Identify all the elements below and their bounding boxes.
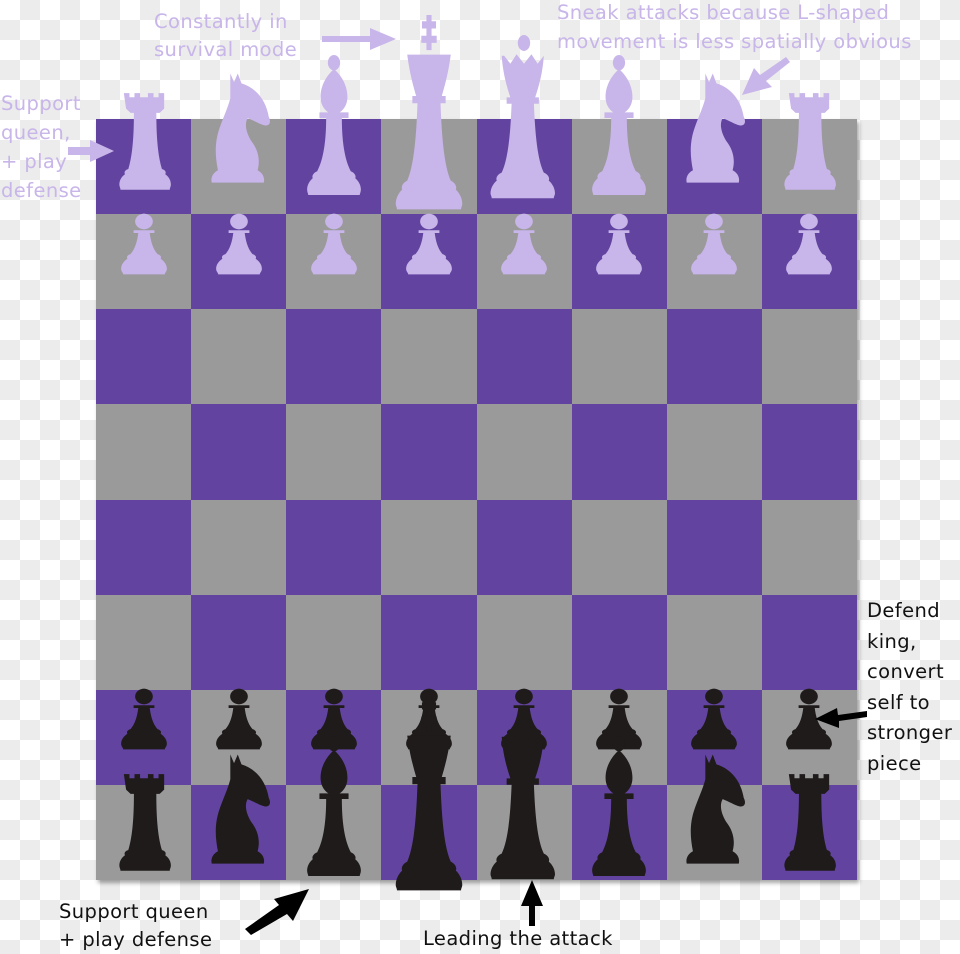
annotation-pawn: Defend king, convert self to stronger pi… (867, 599, 953, 775)
board-square[interactable] (191, 594, 287, 690)
light-knight[interactable] (683, 71, 746, 195)
dark-bishop[interactable] (591, 736, 647, 876)
bishop-icon (592, 55, 647, 195)
pawn-icon (120, 213, 167, 275)
board-square[interactable] (96, 404, 192, 500)
light-knight[interactable] (208, 71, 270, 195)
light-pawn[interactable] (118, 210, 170, 302)
board-square[interactable] (666, 499, 762, 595)
light-pawn[interactable] (688, 210, 740, 302)
board-square[interactable] (286, 404, 382, 500)
dark-pawn[interactable] (783, 685, 835, 777)
light-bishop[interactable] (591, 55, 647, 195)
light-pawn[interactable] (783, 210, 835, 302)
board-square[interactable] (476, 499, 572, 595)
dark-bishop[interactable] (306, 736, 362, 876)
arrow-knight-icon (740, 55, 790, 97)
bishop-icon (306, 736, 361, 876)
queen-icon (490, 716, 556, 880)
board-square[interactable] (381, 309, 477, 405)
board-square[interactable] (191, 404, 287, 500)
arrow-queen-icon (521, 880, 543, 926)
board-square[interactable] (476, 404, 572, 500)
arrow-pawn-icon (815, 706, 867, 728)
board-square[interactable] (191, 309, 287, 405)
pawn-icon (215, 688, 262, 750)
board-square[interactable] (571, 594, 667, 690)
board-square[interactable] (666, 594, 762, 690)
pawn-icon (310, 213, 357, 275)
board-square[interactable] (381, 499, 477, 595)
board-square[interactable] (476, 594, 572, 690)
board-square[interactable] (666, 309, 762, 405)
queen-icon (490, 35, 556, 199)
knight-icon (211, 73, 270, 183)
dark-knight[interactable] (683, 752, 746, 876)
knight-icon (686, 73, 746, 183)
annotation-king: Constantly in survival mode (154, 10, 298, 61)
board-square[interactable] (571, 309, 667, 405)
rook-icon (784, 93, 837, 190)
light-rook[interactable] (116, 91, 172, 195)
board-square[interactable] (476, 309, 572, 405)
light-pawn[interactable] (403, 210, 455, 302)
light-pawn[interactable] (498, 210, 550, 302)
light-pawn[interactable] (593, 210, 645, 302)
arrow-rook-light-icon (68, 140, 114, 162)
board-square[interactable] (96, 309, 192, 405)
light-pawn[interactable] (308, 210, 360, 302)
knight-icon (211, 754, 270, 864)
board-square[interactable] (96, 499, 192, 595)
rook-icon (118, 774, 171, 871)
dark-rook[interactable] (781, 772, 837, 876)
board-square[interactable] (286, 594, 382, 690)
light-king[interactable] (395, 15, 463, 210)
pawn-icon (596, 213, 643, 275)
annotation-rook-dark: Support queen + play defense (59, 900, 213, 951)
annotation-queen: Leading the attack (423, 927, 613, 950)
pawn-icon (215, 213, 262, 275)
pawn-icon (691, 213, 738, 275)
rook-icon (118, 93, 171, 190)
rook-icon (784, 774, 837, 871)
board-square[interactable] (96, 594, 192, 690)
bishop-icon (306, 55, 361, 195)
dark-rook[interactable] (116, 772, 172, 876)
board-square[interactable] (571, 499, 667, 595)
pawn-icon (501, 213, 547, 275)
pawn-icon (406, 213, 452, 275)
board-square[interactable] (286, 309, 382, 405)
board-square[interactable] (381, 594, 477, 690)
dark-king[interactable] (395, 696, 463, 891)
dark-knight[interactable] (208, 752, 270, 876)
board-square[interactable] (191, 499, 287, 595)
board-square[interactable] (571, 404, 667, 500)
annotation-knight: Sneak attacks because L-shaped movement … (557, 1, 912, 53)
light-bishop[interactable] (306, 55, 362, 195)
board-square[interactable] (761, 309, 857, 405)
bishop-icon (592, 736, 647, 876)
light-queen[interactable] (490, 35, 556, 199)
king-icon (395, 696, 463, 891)
light-rook[interactable] (781, 91, 837, 195)
pawn-icon (120, 688, 167, 750)
arrow-rook-dark-icon (245, 889, 309, 935)
board-square[interactable] (286, 499, 382, 595)
pawn-icon (786, 213, 833, 275)
board-square[interactable] (761, 404, 857, 500)
knight-icon (686, 754, 746, 864)
dark-pawn[interactable] (118, 685, 170, 777)
board-square[interactable] (761, 594, 857, 690)
arrow-king-icon (322, 28, 396, 50)
board-square[interactable] (666, 404, 762, 500)
king-icon (395, 15, 463, 210)
light-pawn[interactable] (213, 210, 265, 302)
board-square[interactable] (761, 499, 857, 595)
pawn-icon (691, 688, 738, 750)
dark-queen[interactable] (490, 716, 556, 880)
board-square[interactable] (381, 404, 477, 500)
